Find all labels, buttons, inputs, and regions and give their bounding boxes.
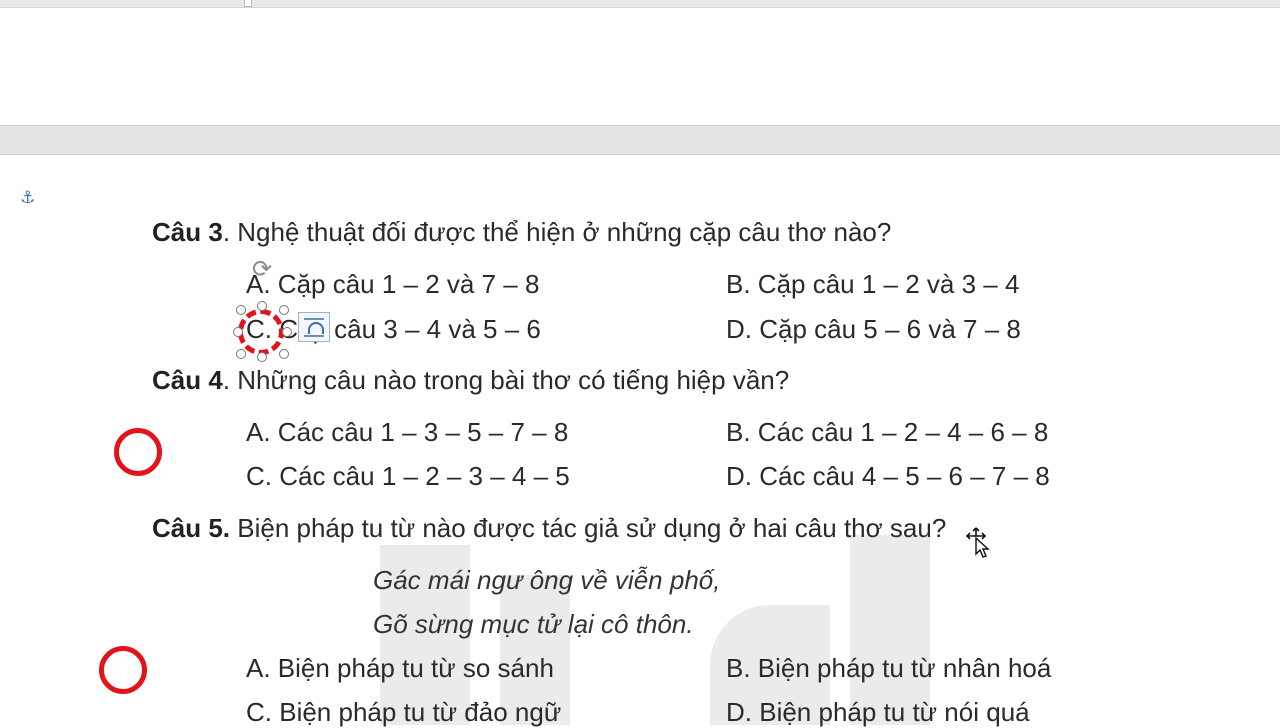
- question-5: Câu 5. Biện pháp tu từ nào được tác giả …: [152, 512, 946, 544]
- poem-line-2: Gõ sừng mục tử lại cô thôn.: [373, 609, 694, 639]
- annotation-circle[interactable]: [99, 646, 147, 694]
- question-4-option-c: C. Các câu 1 – 2 – 3 – 4 – 5: [246, 461, 570, 491]
- rotate-handle-icon[interactable]: ⟳: [248, 256, 276, 284]
- poem-line-1: Gác mái ngư ông về viễn phố,: [373, 565, 721, 595]
- resize-handle[interactable]: [257, 352, 267, 362]
- resize-handle[interactable]: [279, 305, 289, 315]
- question-4: Câu 4. Những câu nào trong bài thơ có ti…: [152, 364, 789, 396]
- question-5-option-b: B. Biện pháp tu từ nhân hoá: [726, 653, 1052, 683]
- question-4-label: Câu 4: [152, 365, 223, 395]
- question-4-text: . Những câu nào trong bài thơ có tiếng h…: [222, 365, 790, 395]
- anchor-icon[interactable]: ⚓: [20, 188, 38, 208]
- question-3-text: . Nghệ thuật đối được thể hiện ở những c…: [222, 217, 892, 247]
- horizontal-ruler[interactable]: [0, 0, 1280, 8]
- question-4-option-b: B. Các câu 1 – 2 – 4 – 6 – 8: [726, 417, 1049, 447]
- question-4-option-a: A. Các câu 1 – 3 – 5 – 7 – 8: [246, 417, 569, 447]
- question-3: Câu 3. Nghệ thuật đối được thể hiện ở nh…: [152, 216, 891, 248]
- annotation-circle[interactable]: [114, 428, 162, 476]
- ruler-indent-marker[interactable]: [244, 0, 252, 7]
- move-cursor-icon: [966, 527, 990, 558]
- resize-handle[interactable]: [233, 327, 243, 337]
- question-5-label: Câu 5.: [152, 513, 231, 543]
- resize-handle[interactable]: [236, 349, 246, 359]
- resize-handle[interactable]: [236, 305, 246, 315]
- question-5-option-d: D. Biện pháp tu từ nói quá: [726, 697, 1030, 727]
- question-3-option-b: B. Cặp câu 1 – 2 và 3 – 4: [726, 269, 1020, 299]
- question-5-text: Biện pháp tu từ nào được tác giả sử dụng…: [230, 513, 947, 543]
- question-3-label: Câu 3: [152, 217, 223, 247]
- resize-handle[interactable]: [282, 327, 292, 337]
- page-break-gap: [0, 125, 1280, 155]
- question-5-option-a: A. Biện pháp tu từ so sánh: [246, 653, 554, 683]
- resize-handle[interactable]: [257, 301, 267, 311]
- selected-circle-shape[interactable]: [238, 309, 284, 355]
- resize-handle[interactable]: [279, 349, 289, 359]
- question-4-option-d: D. Các câu 4 – 5 – 6 – 7 – 8: [726, 461, 1050, 491]
- question-3-option-a: A. Cặp câu 1 – 2 và 7 – 8: [246, 269, 540, 299]
- question-5-option-c: C. Biện pháp tu từ đảo ngữ: [246, 697, 562, 727]
- layout-options-icon[interactable]: [298, 312, 330, 342]
- question-3-option-d: D. Cặp câu 5 – 6 và 7 – 8: [726, 314, 1021, 344]
